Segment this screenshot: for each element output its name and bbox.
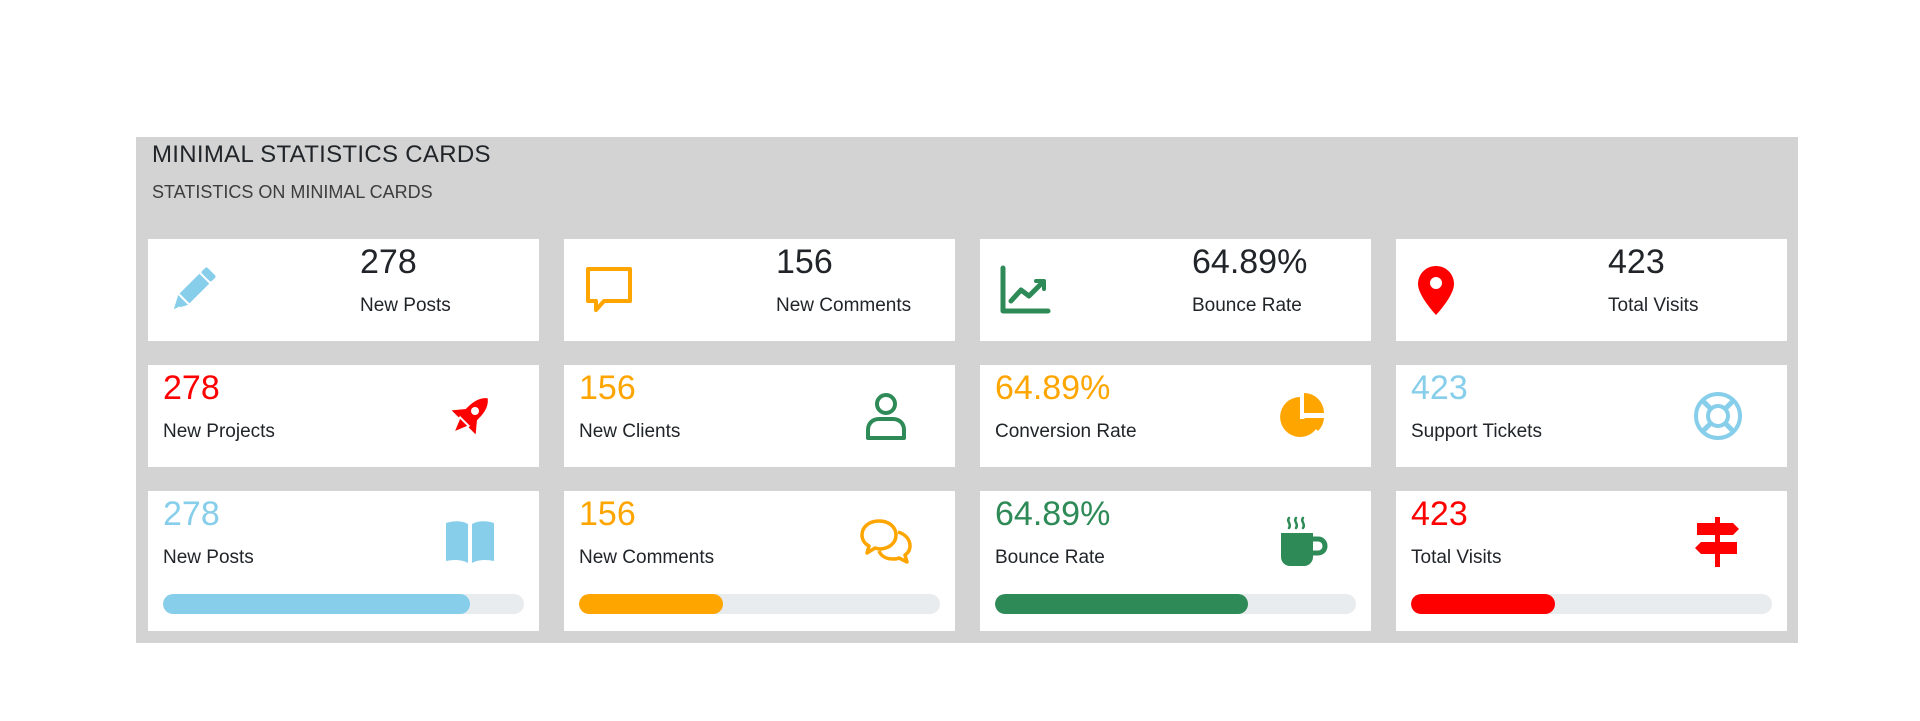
- stat-value: 64.89%: [995, 495, 1111, 533]
- stat-value: 156: [579, 495, 636, 533]
- progress-card-new-posts: 278 New Posts: [148, 491, 539, 631]
- progress-card-new-comments: 156 New Comments: [564, 491, 955, 631]
- stat-value: 423: [1411, 495, 1468, 533]
- chat-bubbles-icon: [859, 515, 913, 569]
- stat-label: New Comments: [579, 547, 715, 568]
- panel-title: MINIMAL STATISTICS CARDS: [152, 141, 491, 168]
- map-pin-icon: [1414, 263, 1468, 317]
- progress-fill: [163, 594, 470, 614]
- stat-value: 64.89%: [995, 369, 1111, 407]
- progress-bar: [1411, 594, 1772, 614]
- stat-label: Support Tickets: [1411, 421, 1542, 442]
- stat-label: Total Visits: [1411, 547, 1502, 568]
- statistics-panel: MINIMAL STATISTICS CARDS STATISTICS ON M…: [136, 137, 1798, 643]
- progress-bar: [163, 594, 524, 614]
- stat-label: New Posts: [360, 295, 451, 316]
- progress-fill: [579, 594, 724, 614]
- stat-label: New Posts: [163, 547, 254, 568]
- stat-card-new-projects: 278 New Projects: [148, 365, 539, 467]
- coffee-cup-icon: [1275, 515, 1329, 569]
- stat-label: Bounce Rate: [995, 547, 1105, 568]
- progress-fill: [1411, 594, 1556, 614]
- progress-card-bounce-rate: 64.89% Bounce Rate: [980, 491, 1371, 631]
- panel-subtitle: STATISTICS ON MINIMAL CARDS: [152, 182, 433, 202]
- stat-card-new-clients: 156 New Clients: [564, 365, 955, 467]
- stat-card-total-visits: 423 Total Visits: [1396, 239, 1787, 341]
- rocket-icon: [443, 389, 497, 443]
- stat-card-conversion-rate: 64.89% Conversion Rate: [980, 365, 1371, 467]
- stat-value: 64.89%: [1192, 243, 1308, 281]
- stat-value: 278: [360, 243, 417, 281]
- progress-bar: [579, 594, 940, 614]
- stat-value: 156: [776, 243, 833, 281]
- stat-value: 423: [1608, 243, 1665, 281]
- stat-label: Bounce Rate: [1192, 295, 1302, 316]
- user-icon: [859, 389, 913, 443]
- stat-label: New Projects: [163, 421, 275, 442]
- open-book-icon: [443, 515, 497, 569]
- stat-card-support-tickets: 423 Support Tickets: [1396, 365, 1787, 467]
- progress-card-total-visits: 423 Total Visits: [1396, 491, 1787, 631]
- stat-label: Total Visits: [1608, 295, 1699, 316]
- stat-card-new-comments: 156 New Comments: [564, 239, 955, 341]
- stat-value: 156: [579, 369, 636, 407]
- line-chart-icon: [998, 263, 1052, 317]
- stat-value: 278: [163, 495, 220, 533]
- stat-label: New Clients: [579, 421, 681, 442]
- speech-bubble-icon: [582, 263, 636, 317]
- signpost-icon: [1691, 515, 1745, 569]
- life-ring-icon: [1691, 389, 1745, 443]
- stat-card-bounce-rate: 64.89% Bounce Rate: [980, 239, 1371, 341]
- stat-value: 278: [163, 369, 220, 407]
- stat-label: New Comments: [776, 295, 912, 316]
- progress-bar: [995, 594, 1356, 614]
- pie-chart-icon: [1275, 389, 1329, 443]
- stat-card-new-posts: 278 New Posts: [148, 239, 539, 341]
- stat-value: 423: [1411, 369, 1468, 407]
- pencil-icon: [166, 263, 220, 317]
- progress-fill: [995, 594, 1248, 614]
- stat-label: Conversion Rate: [995, 421, 1137, 442]
- stats-grid: 278 New Posts 156 New Comments 64.89% Bo: [148, 239, 1787, 631]
